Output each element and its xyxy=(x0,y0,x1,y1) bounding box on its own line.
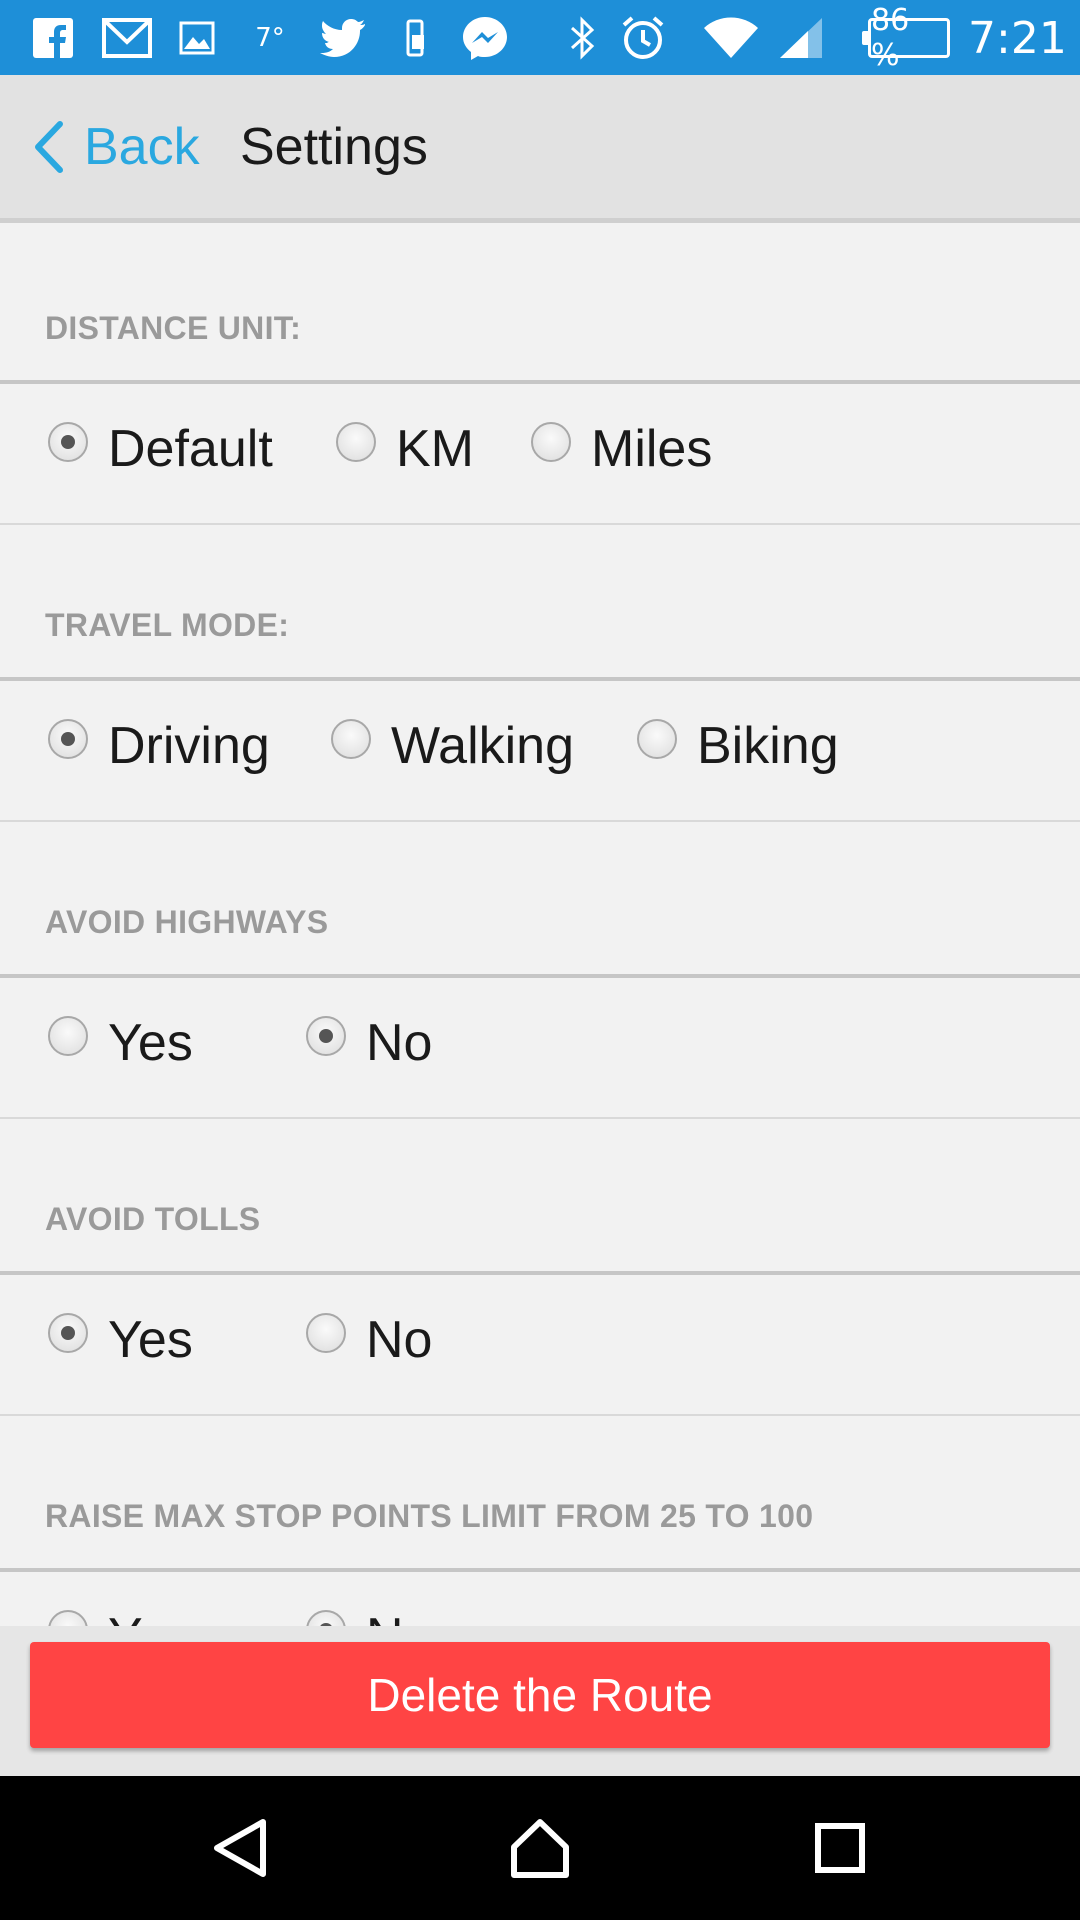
radio-label: Default xyxy=(108,420,273,478)
radio-driving[interactable]: Driving xyxy=(48,681,270,811)
radio-button[interactable] xyxy=(306,1016,346,1056)
radio-miles[interactable]: Miles xyxy=(531,384,712,514)
recents-nav-icon[interactable] xyxy=(780,1776,900,1920)
radio-button[interactable] xyxy=(331,719,371,759)
radio-walking[interactable]: Walking xyxy=(331,681,574,811)
bluetooth-icon xyxy=(562,0,602,75)
section-raise-max-stop-points: RAISE MAX STOP POINTS LIMIT FROM 25 TO 1… xyxy=(0,1416,1080,1626)
section-travel-mode: TRAVEL MODE: Driving Walking Biking xyxy=(0,525,1080,822)
radio-group-travel-mode: Driving Walking Biking xyxy=(0,681,1080,822)
nav-header: Back Settings xyxy=(0,75,1080,223)
radio-label: Biking xyxy=(697,717,839,775)
radio-button[interactable] xyxy=(531,422,571,462)
section-avoid-tolls: AVOID TOLLS Yes No xyxy=(0,1119,1080,1416)
temperature-label: 7° xyxy=(255,22,285,53)
radio-yes[interactable]: Yes xyxy=(48,1275,193,1405)
radio-group-avoid-tolls: Yes No xyxy=(0,1275,1080,1416)
settings-list[interactable]: DISTANCE UNIT: Default KM Miles TRAVEL M… xyxy=(0,228,1080,1626)
status-bar: 7° 86 % 7:21 xyxy=(0,0,1080,75)
radio-button[interactable] xyxy=(637,719,677,759)
section-heading: AVOID TOLLS xyxy=(45,1201,261,1237)
back-nav-icon[interactable] xyxy=(180,1776,300,1920)
radio-button[interactable] xyxy=(48,422,88,462)
radio-button[interactable] xyxy=(306,1610,346,1626)
radio-button[interactable] xyxy=(48,719,88,759)
radio-label: Yes xyxy=(108,1014,193,1072)
radio-label: Driving xyxy=(108,717,270,775)
radio-label: Walking xyxy=(391,717,575,775)
twitter-icon xyxy=(318,0,368,75)
section-heading: AVOID HIGHWAYS xyxy=(45,904,329,940)
wifi-icon xyxy=(700,0,762,75)
radio-group-avoid-highways: Yes No xyxy=(0,978,1080,1119)
radio-button[interactable] xyxy=(48,1016,88,1056)
footer: Delete the Route xyxy=(0,1626,1080,1776)
section-avoid-highways: AVOID HIGHWAYS Yes No xyxy=(0,822,1080,1119)
alarm-icon xyxy=(618,0,668,75)
radio-group-distance-unit: Default KM Miles xyxy=(0,384,1080,525)
facebook-icon xyxy=(30,0,76,75)
radio-label: KM xyxy=(396,420,474,478)
radio-km[interactable]: KM xyxy=(336,384,474,514)
back-label: Back xyxy=(84,117,200,176)
device-icon xyxy=(398,0,432,75)
clock: 7:21 xyxy=(968,13,1067,64)
radio-no[interactable]: No xyxy=(306,1275,432,1405)
section-heading: TRAVEL MODE: xyxy=(45,607,290,643)
radio-no[interactable]: No xyxy=(306,978,432,1108)
radio-biking[interactable]: Biking xyxy=(637,681,839,811)
radio-button[interactable] xyxy=(48,1610,88,1626)
gmail-icon xyxy=(100,0,154,75)
section-heading: RAISE MAX STOP POINTS LIMIT FROM 25 TO 1… xyxy=(45,1498,814,1534)
radio-label: No xyxy=(366,1311,433,1369)
back-button[interactable]: Back xyxy=(34,75,200,218)
radio-button[interactable] xyxy=(306,1313,346,1353)
battery-indicator: 86 % xyxy=(862,3,950,73)
radio-yes[interactable]: Yes xyxy=(48,978,193,1108)
radio-label: No xyxy=(366,1607,432,1626)
radio-label: Yes xyxy=(108,1311,193,1369)
delete-route-button[interactable]: Delete the Route xyxy=(30,1642,1050,1748)
radio-yes[interactable]: Yes xyxy=(48,1572,193,1626)
system-nav-bar xyxy=(0,1776,1080,1920)
radio-label: Miles xyxy=(591,420,713,478)
radio-label: Yes xyxy=(108,1607,193,1626)
radio-no[interactable]: No xyxy=(306,1572,432,1626)
section-heading: DISTANCE UNIT: xyxy=(45,310,302,346)
radio-default[interactable]: Default xyxy=(48,384,273,514)
messenger-icon xyxy=(458,0,512,75)
radio-label: No xyxy=(366,1014,433,1072)
chevron-left-icon xyxy=(35,120,63,173)
gallery-icon xyxy=(176,0,218,75)
home-nav-icon[interactable] xyxy=(480,1776,600,1920)
radio-button[interactable] xyxy=(336,422,376,462)
page-title: Settings xyxy=(240,117,428,176)
section-distance-unit: DISTANCE UNIT: Default KM Miles xyxy=(0,228,1080,525)
radio-button[interactable] xyxy=(48,1313,88,1353)
radio-group-raise-max-stop-points: Yes No xyxy=(0,1572,1080,1626)
signal-icon xyxy=(776,0,826,75)
